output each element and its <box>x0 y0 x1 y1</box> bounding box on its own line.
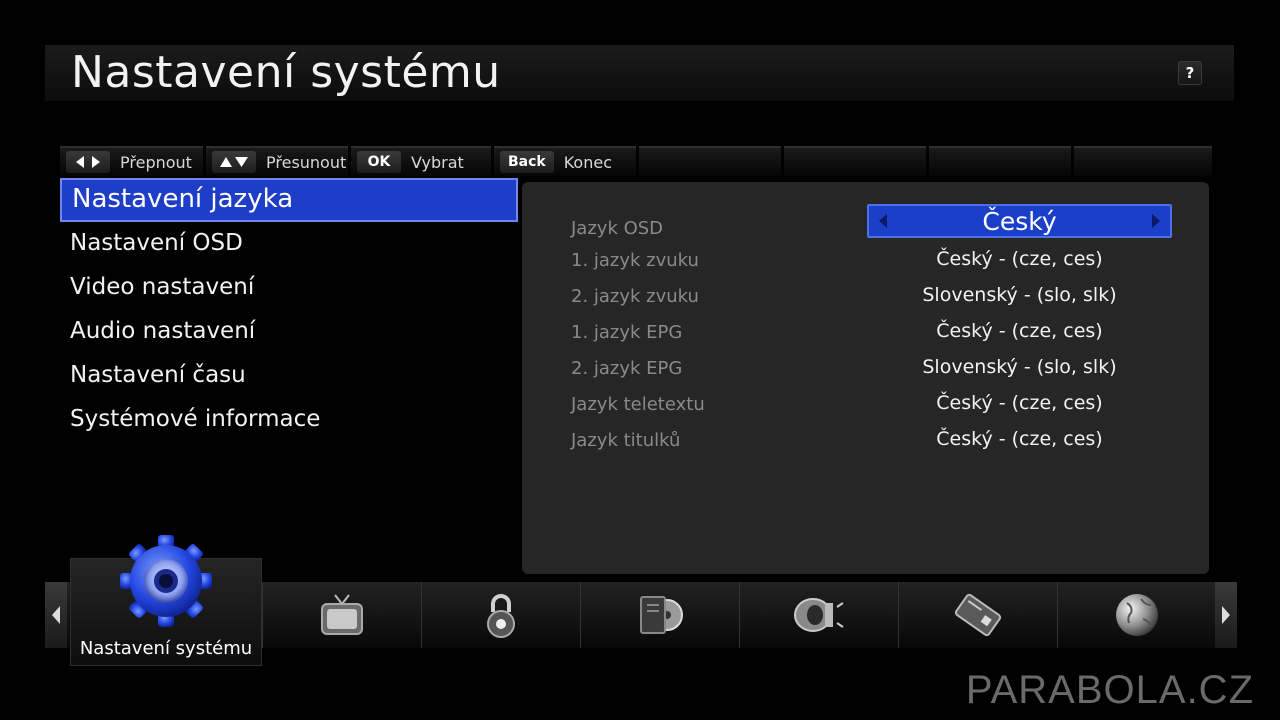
setting-label: 1. jazyk zvuku <box>571 250 699 271</box>
up-down-arrows-icon <box>212 151 256 173</box>
hint-exit: Back Konec <box>494 146 636 176</box>
dock-item-audio[interactable] <box>739 582 897 648</box>
setting-row-epg-2[interactable]: 2. jazyk EPG Slovenský - (slo, slk) <box>522 352 1209 388</box>
setting-value: Slovenský - (slo, slk) <box>922 356 1117 378</box>
setting-label: 2. jazyk zvuku <box>571 286 699 307</box>
dock-item-lock[interactable] <box>421 582 579 648</box>
chevron-right-icon[interactable] <box>1151 213 1161 229</box>
header-bar: Nastavení systému ? <box>45 45 1234 101</box>
padlock-icon <box>486 594 515 638</box>
gear-icon <box>120 533 212 633</box>
smartcard-icon <box>954 593 1001 637</box>
setting-row-subtitles[interactable]: Jazyk titulků Český - (cze, ces) <box>522 424 1209 460</box>
hint-empty <box>1074 146 1212 176</box>
menu-item-osd[interactable]: Nastavení OSD <box>60 222 518 266</box>
dock-item-smartcard[interactable] <box>898 582 1056 648</box>
watermark: PARABOLA.CZ <box>965 668 1254 712</box>
setting-label: 1. jazyk EPG <box>571 322 683 343</box>
help-button[interactable]: ? <box>1178 61 1202 85</box>
ok-key: OK <box>357 151 401 173</box>
setting-row-teletext[interactable]: Jazyk teletextu Český - (cze, ces) <box>522 388 1209 424</box>
media-icon <box>639 596 683 634</box>
menu-item-system-info[interactable]: Systémové informace <box>60 398 518 442</box>
key-hint-bar: Přepnout Přesunout OK Vybrat Back Konec <box>60 146 1220 176</box>
menu-item-time[interactable]: Nastavení času <box>60 354 518 398</box>
setting-row-osd-language[interactable]: Jazyk OSD Český <box>522 204 1209 248</box>
menu-item-audio[interactable]: Audio nastavení <box>60 310 518 354</box>
speaker-icon <box>793 598 844 632</box>
globe-icon <box>1115 594 1158 636</box>
setting-row-audio-2[interactable]: 2. jazyk zvuku Slovenský - (slo, slk) <box>522 280 1209 316</box>
osd-language-selector[interactable]: Český <box>867 204 1172 238</box>
setting-value: Český - (cze, ces) <box>936 320 1103 342</box>
selector-value: Český <box>982 207 1057 236</box>
chevron-right-icon <box>1222 606 1230 624</box>
hint-empty <box>929 146 1071 176</box>
dock-scroll-left-button[interactable] <box>45 582 67 648</box>
page-title: Nastavení systému <box>71 47 501 98</box>
hint-empty <box>639 146 781 176</box>
dock-item-media[interactable] <box>580 582 738 648</box>
back-key: Back <box>500 151 554 173</box>
hint-move: Přesunout <box>206 146 348 176</box>
tv-icon <box>320 594 363 635</box>
settings-menu: Nastavení jazyka Nastavení OSD Video nas… <box>60 178 518 442</box>
hint-empty <box>784 146 926 176</box>
setting-value: Český - (cze, ces) <box>936 428 1103 450</box>
left-right-arrows-icon <box>66 151 110 173</box>
hint-label: Přepnout <box>120 152 192 172</box>
dock-item-internet[interactable] <box>1057 582 1215 648</box>
dock-scroll-right-button[interactable] <box>1215 582 1237 648</box>
setting-value: Slovenský - (slo, slk) <box>922 284 1117 306</box>
language-settings-panel: Jazyk OSD Český 1. jazyk zvuku Český - (… <box>522 182 1209 574</box>
hint-label: Konec <box>563 152 612 172</box>
setting-label: Jazyk teletextu <box>571 394 705 415</box>
dock-active-label: Nastavení systému <box>79 638 253 659</box>
setting-value: Český - (cze, ces) <box>936 248 1103 270</box>
hint-select: OK Vybrat <box>351 146 491 176</box>
hint-switch: Přepnout <box>60 146 203 176</box>
setting-label: 2. jazyk EPG <box>571 358 683 379</box>
menu-item-video[interactable]: Video nastavení <box>60 266 518 310</box>
setting-label: Jazyk titulků <box>571 430 681 451</box>
setting-row-audio-1[interactable]: 1. jazyk zvuku Český - (cze, ces) <box>522 244 1209 280</box>
dock-item-tv[interactable] <box>262 582 420 648</box>
setting-value: Český - (cze, ces) <box>936 392 1103 414</box>
chevron-left-icon <box>52 606 60 624</box>
menu-item-language[interactable]: Nastavení jazyka <box>60 178 518 222</box>
setting-row-epg-1[interactable]: 1. jazyk EPG Český - (cze, ces) <box>522 316 1209 352</box>
setting-label: Jazyk OSD <box>571 218 664 239</box>
hint-label: Přesunout <box>266 152 347 172</box>
hint-label: Vybrat <box>411 152 464 172</box>
